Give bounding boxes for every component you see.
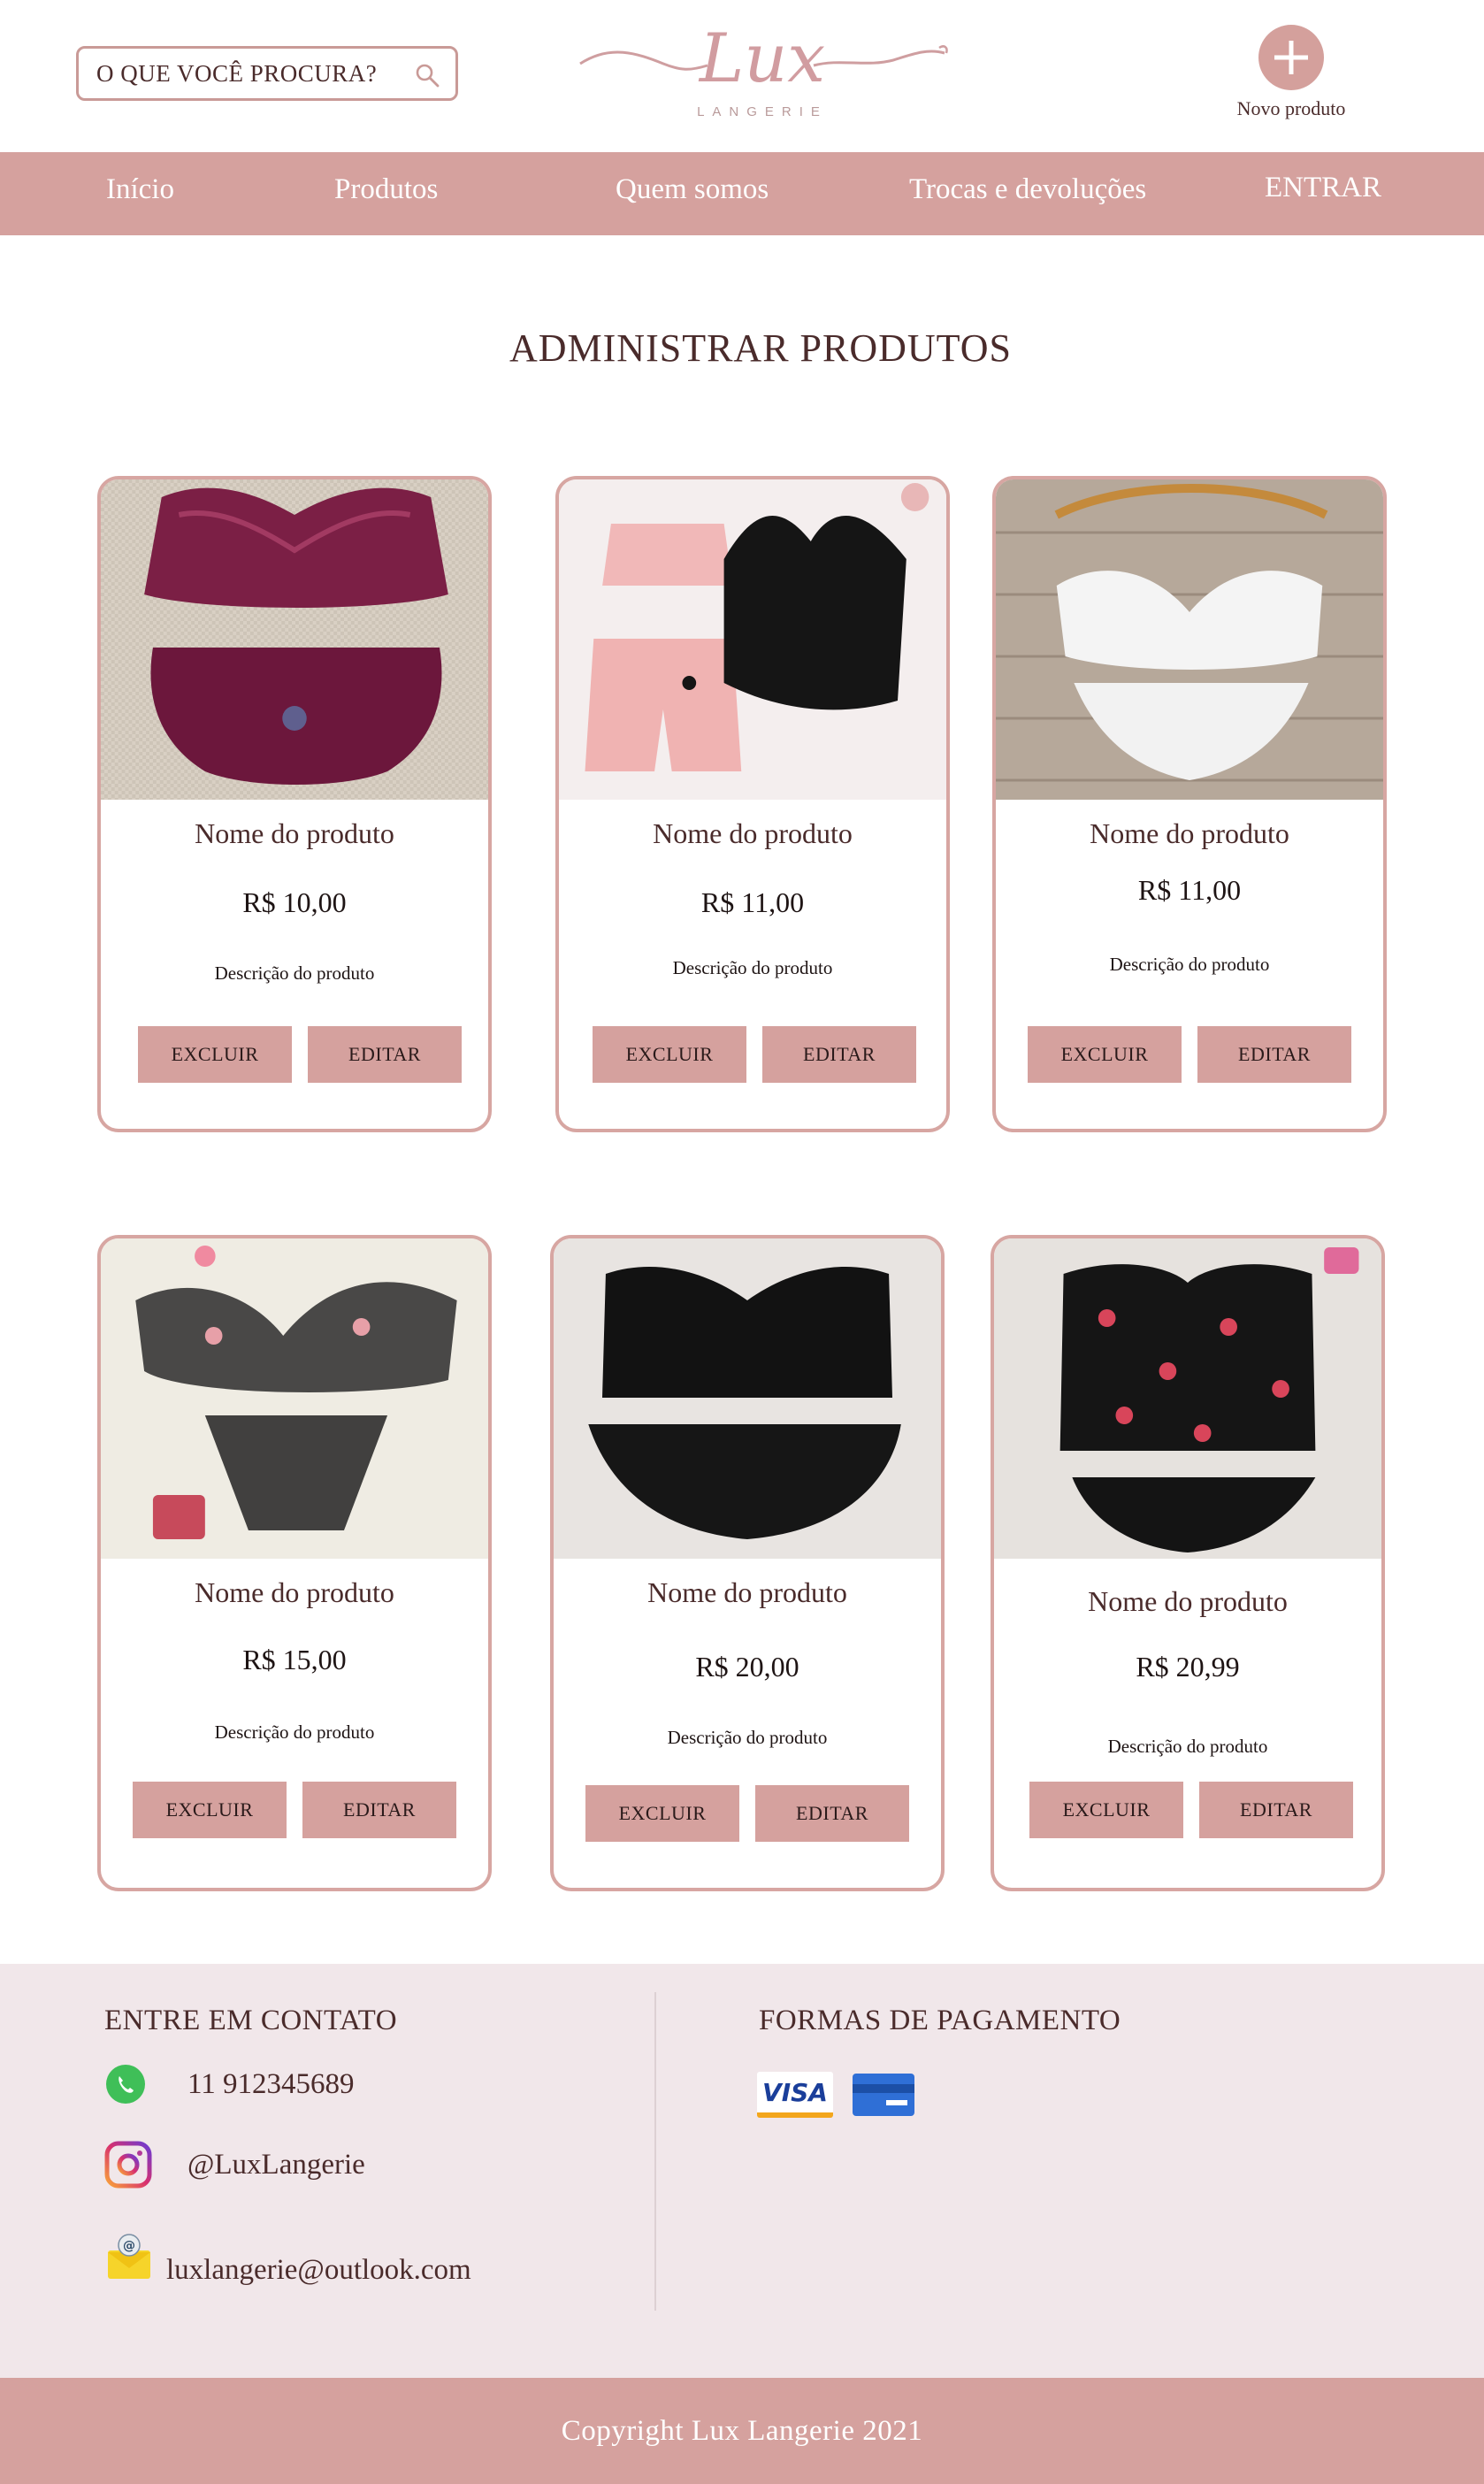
edit-button[interactable]: EDITAR bbox=[1199, 1782, 1353, 1838]
site-footer: ENTRE EM CONTATO 11 912345689 @LuxLanger… bbox=[0, 1964, 1484, 2378]
instagram-icon bbox=[104, 2141, 152, 2189]
product-name: Nome do produto bbox=[1090, 817, 1289, 849]
nav-item-inicio[interactable]: Início bbox=[106, 173, 174, 206]
product-description: Descrição do produto bbox=[667, 1727, 828, 1748]
nav-item-entrar[interactable]: ENTRAR bbox=[1265, 172, 1381, 204]
product-price: R$ 11,00 bbox=[700, 886, 805, 918]
product-description: Descrição do produto bbox=[214, 962, 375, 984]
product-image[interactable] bbox=[101, 1238, 488, 1559]
product-price: R$ 11,00 bbox=[1137, 874, 1242, 906]
edit-button[interactable]: EDITAR bbox=[308, 1026, 462, 1083]
copyright-bar: Copyright Lux Langerie 2021 bbox=[0, 2378, 1484, 2484]
product-image[interactable] bbox=[994, 1238, 1381, 1559]
product-image[interactable] bbox=[996, 479, 1383, 800]
edit-button[interactable]: EDITAR bbox=[755, 1785, 909, 1842]
footer-divider bbox=[654, 1992, 656, 2311]
site-header: O QUE VOCÊ PROCURA? Lux LANGERIE Novo pr… bbox=[0, 0, 1484, 152]
edit-button[interactable]: EDITAR bbox=[302, 1782, 456, 1838]
product-image[interactable] bbox=[101, 479, 488, 800]
nav-item-quem-somos[interactable]: Quem somos bbox=[616, 173, 769, 206]
product-card: Nome do produto R$ 20,99 Descrição do pr… bbox=[991, 1235, 1385, 1891]
email-address: luxlangerie@outlook.com bbox=[166, 2254, 471, 2286]
visa-label: VISA bbox=[762, 2077, 828, 2107]
product-description: Descrição do produto bbox=[1107, 1736, 1268, 1757]
search-placeholder: O QUE VOCÊ PROCURA? bbox=[96, 59, 378, 87]
contact-phone[interactable]: 11 912345689 bbox=[104, 2063, 355, 2105]
delete-button[interactable]: EXCLUIR bbox=[585, 1785, 739, 1842]
delete-button[interactable]: EXCLUIR bbox=[593, 1026, 746, 1083]
product-name: Nome do produto bbox=[647, 1576, 847, 1608]
edit-button[interactable]: EDITAR bbox=[1197, 1026, 1351, 1083]
product-name: Nome do produto bbox=[195, 817, 394, 849]
new-product-button[interactable]: Novo produto bbox=[1220, 25, 1362, 122]
logo-swash-icon: Lux bbox=[579, 19, 948, 97]
product-card: Nome do produto R$ 20,00 Descrição do pr… bbox=[550, 1235, 945, 1891]
contact-title: ENTRE EM CONTATO bbox=[104, 2005, 398, 2036]
delete-button[interactable]: EXCLUIR bbox=[138, 1026, 292, 1083]
product-price: R$ 15,00 bbox=[242, 1644, 347, 1675]
svg-text:@: @ bbox=[123, 2239, 135, 2253]
plus-icon[interactable] bbox=[1258, 25, 1324, 90]
delete-button[interactable]: EXCLUIR bbox=[1028, 1026, 1182, 1083]
product-card: Nome do produto R$ 10,00 Descrição do pr… bbox=[97, 476, 492, 1132]
product-price: R$ 20,99 bbox=[1136, 1651, 1240, 1683]
new-product-label: Novo produto bbox=[1236, 97, 1346, 119]
whatsapp-icon bbox=[106, 2065, 145, 2104]
product-price: R$ 10,00 bbox=[242, 886, 347, 918]
nav-item-trocas[interactable]: Trocas e devoluções bbox=[909, 173, 1146, 206]
phone-number: 11 912345689 bbox=[187, 2067, 355, 2100]
page-title: ADMINISTRAR PRODUTOS bbox=[509, 326, 1013, 370]
credit-card-icon bbox=[853, 2074, 914, 2116]
contact-instagram[interactable]: @LuxLangerie bbox=[104, 2141, 365, 2189]
edit-button[interactable]: EDITAR bbox=[762, 1026, 916, 1083]
email-icon: @ bbox=[108, 2233, 150, 2279]
product-name: Nome do produto bbox=[1088, 1585, 1288, 1617]
product-price: R$ 20,00 bbox=[695, 1651, 799, 1683]
product-card: Nome do produto R$ 15,00 Descrição do pr… bbox=[97, 1235, 492, 1891]
product-card: Nome do produto R$ 11,00 Descrição do pr… bbox=[555, 476, 950, 1132]
contact-email[interactable]: @ luxlangerie@outlook.com bbox=[104, 2227, 471, 2287]
search-icon[interactable] bbox=[415, 63, 440, 88]
instagram-handle: @LuxLangerie bbox=[187, 2148, 365, 2181]
logo-subtitle: LANGERIE bbox=[697, 104, 828, 119]
copyright-text: Copyright Lux Langerie 2021 bbox=[561, 2414, 923, 2447]
search-input[interactable]: O QUE VOCÊ PROCURA? bbox=[76, 46, 458, 101]
main-nav: Início Produtos Quem somos Trocas e devo… bbox=[0, 152, 1484, 235]
product-description: Descrição do produto bbox=[214, 1721, 375, 1743]
product-image[interactable] bbox=[559, 479, 946, 800]
product-image[interactable] bbox=[554, 1238, 941, 1559]
delete-button[interactable]: EXCLUIR bbox=[1029, 1782, 1183, 1838]
payment-title: FORMAS DE PAGAMENTO bbox=[759, 2005, 1121, 2036]
product-description: Descrição do produto bbox=[1109, 954, 1270, 975]
nav-item-produtos[interactable]: Produtos bbox=[334, 173, 438, 206]
product-card: Nome do produto R$ 11,00 Descrição do pr… bbox=[992, 476, 1387, 1132]
product-description: Descrição do produto bbox=[672, 957, 833, 978]
product-name: Nome do produto bbox=[195, 1576, 394, 1608]
brand-logo[interactable]: Lux LANGERIE bbox=[575, 9, 950, 129]
delete-button[interactable]: EXCLUIR bbox=[133, 1782, 287, 1838]
visa-card-icon: VISA bbox=[757, 2072, 833, 2118]
logo-text: Lux bbox=[698, 19, 825, 97]
product-name: Nome do produto bbox=[653, 817, 853, 849]
